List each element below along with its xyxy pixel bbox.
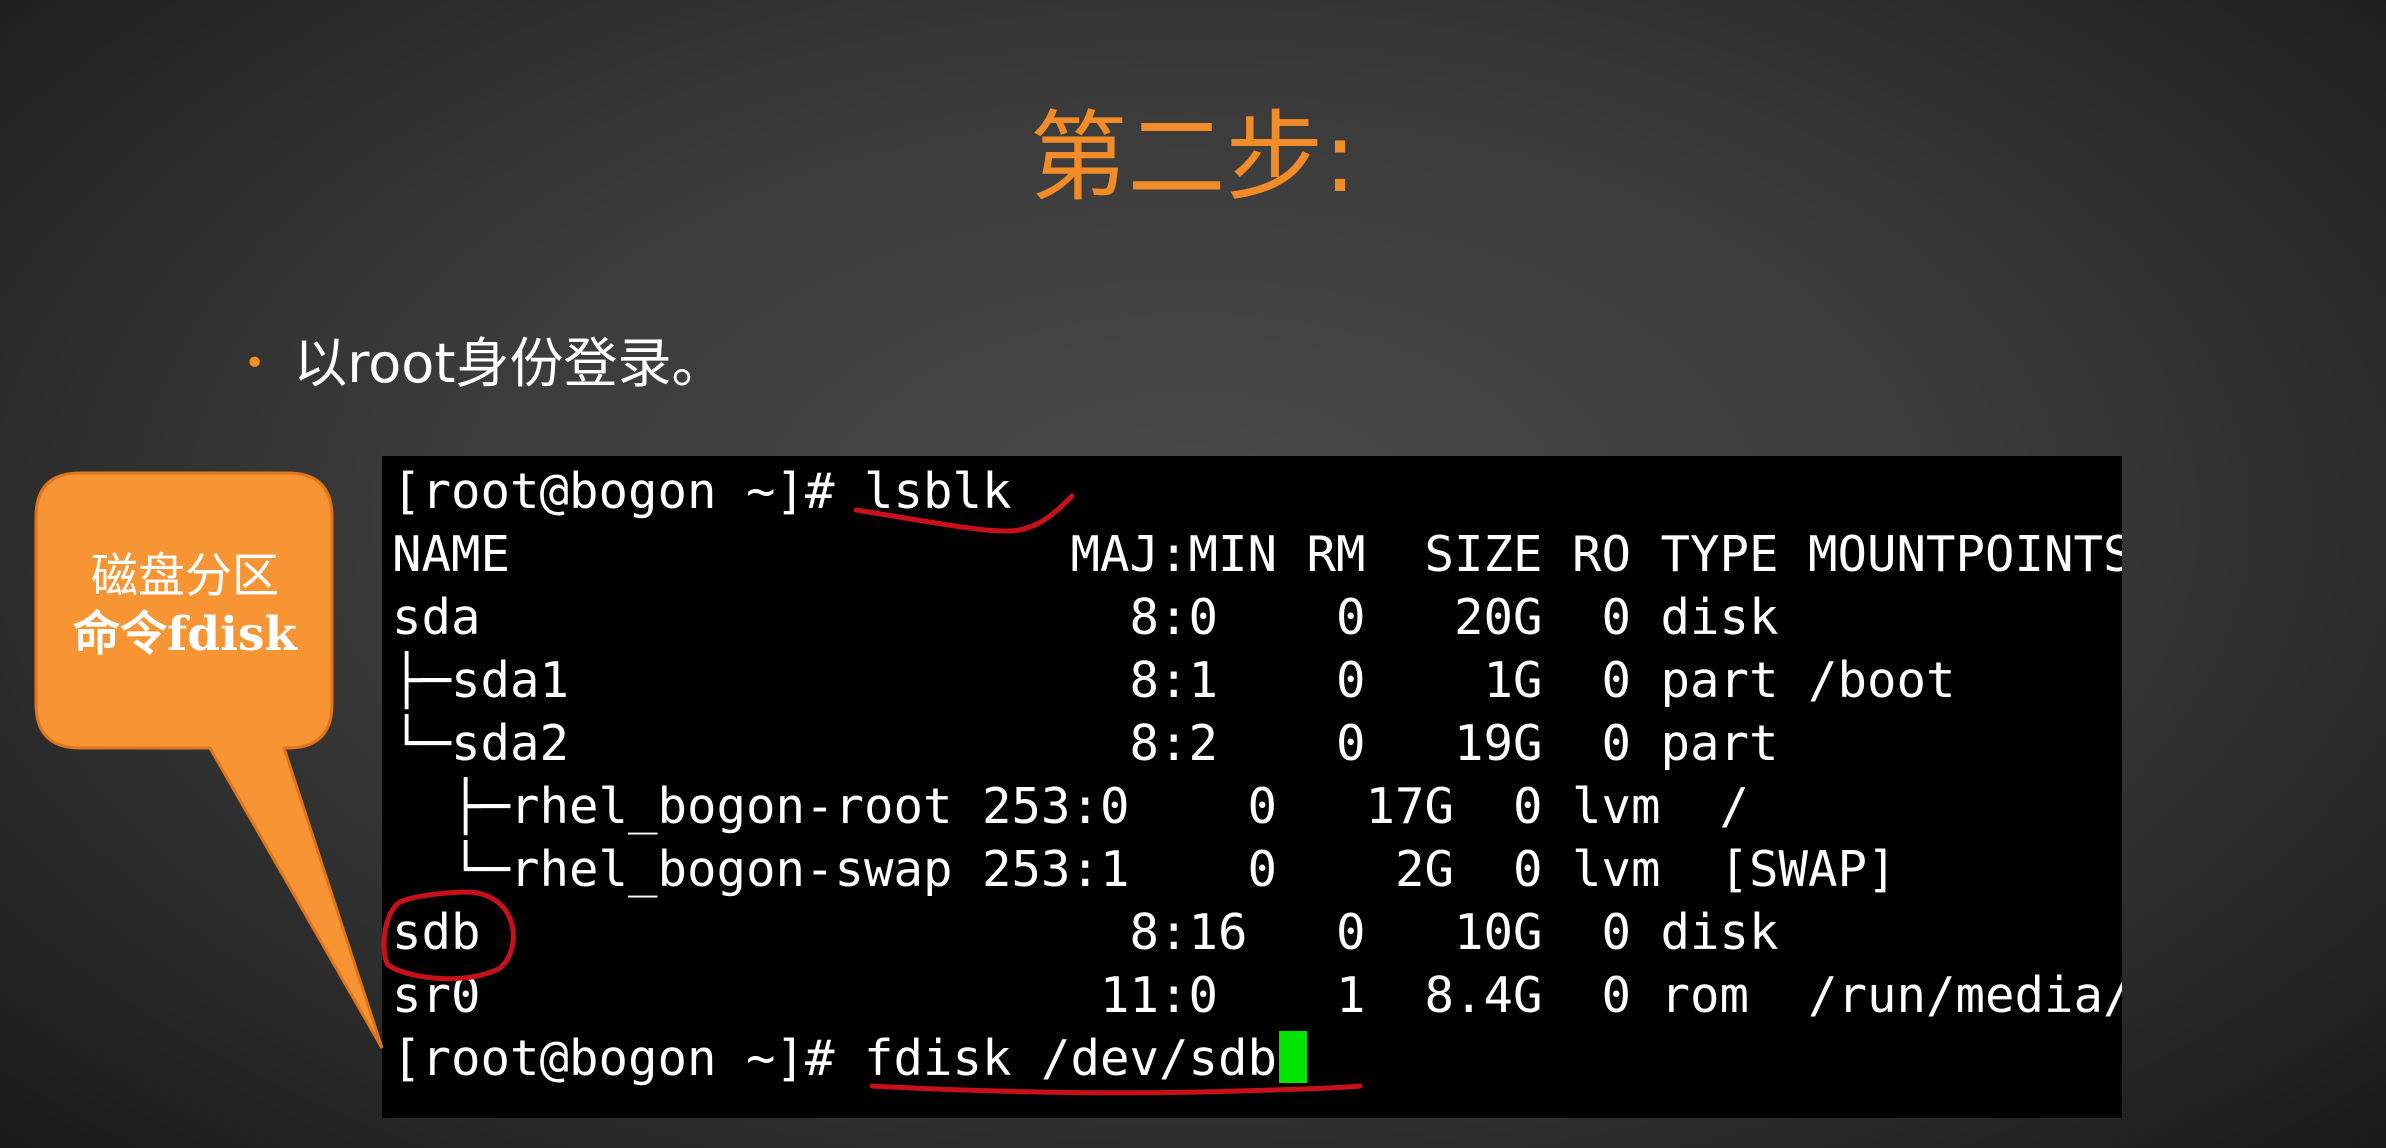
- bullet-text: 以root身份登录。: [293, 332, 726, 395]
- terminal-line: sda 8:0 0 20G 0 disk: [392, 589, 1809, 646]
- terminal-cursor: [1279, 1031, 1308, 1083]
- terminal-line: sdb 8:16 0 10G 0 disk: [392, 904, 1809, 961]
- terminal-command: [root@bogon ~]# fdisk /dev/sdb: [392, 1030, 1278, 1087]
- terminal-line: [root@bogon ~]# lsblk: [392, 463, 1012, 520]
- terminal-line: NAME MAJ:MIN RM SIZE RO TYPE MOUNTPOINTS: [392, 526, 2122, 583]
- terminal-prompt-line: [root@bogon ~]# fdisk /dev/sdb: [392, 1027, 1308, 1090]
- terminal-line: ├─sda1 8:1 0 1G 0 part /boot: [392, 652, 1956, 709]
- callout-label: 磁盘分区 命令fdisk: [40, 548, 330, 664]
- terminal-line: └─rhel_bogon-swap 253:1 0 2G 0 lvm [SWAP…: [392, 841, 1897, 898]
- callout-line-2: 命令fdisk: [73, 607, 297, 662]
- terminal-line: sr0 11:0 1 8.4G 0 rom /run/media/ro: [392, 967, 2122, 1024]
- terminal-line: ├─rhel_bogon-root 253:0 0 17G 0 lvm /: [392, 778, 1750, 835]
- bullet-item: • 以root身份登录。: [244, 328, 726, 400]
- terminal-screenshot: [root@bogon ~]# lsblk NAME MAJ:MIN RM SI…: [382, 456, 2122, 1118]
- terminal-line: └─sda2 8:2 0 19G 0 part: [392, 715, 1809, 772]
- callout-line-1: 磁盘分区: [91, 549, 279, 604]
- slide-title: 第二步:: [1029, 101, 1357, 215]
- bullet-dot-icon: •: [244, 343, 266, 384]
